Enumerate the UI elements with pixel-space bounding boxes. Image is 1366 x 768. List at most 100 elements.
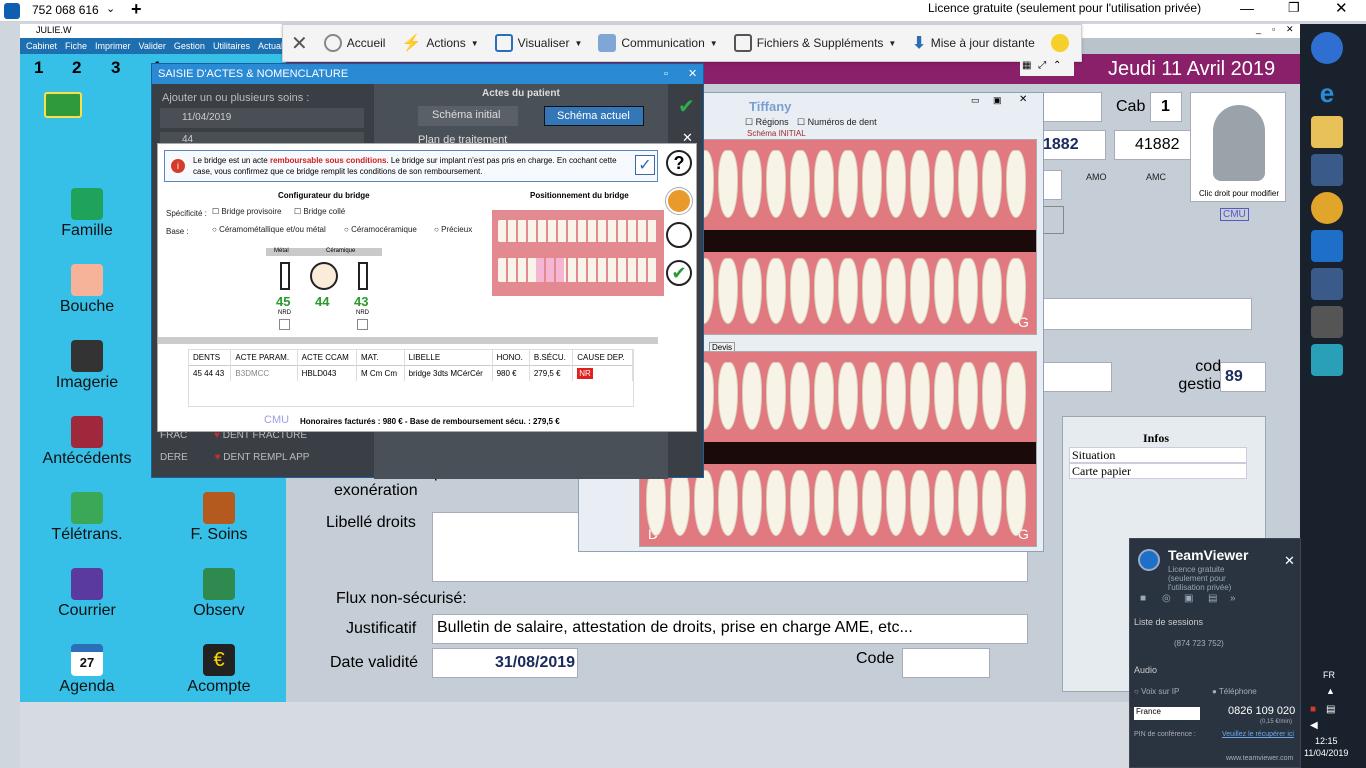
table-row[interactable]: 45 44 43 B3DMCC HBLD043 M Cm Cm bridge 3… [189, 365, 633, 381]
toolbar-actions[interactable]: ⚡ Actions ▼ [393, 25, 486, 61]
tv-video-icon[interactable]: ■ [1140, 593, 1146, 604]
code-field[interactable] [902, 648, 990, 678]
upper-tooth[interactable] [814, 362, 834, 430]
lower-tooth[interactable] [790, 470, 810, 536]
upper-tooth[interactable] [934, 150, 954, 218]
close-icon[interactable]: ✕ [1335, 0, 1348, 17]
lower-tooth[interactable] [1006, 470, 1026, 536]
sidebar-item-teletrans[interactable]: Télétrans. [32, 492, 142, 544]
shield-icon[interactable]: ■ [1310, 704, 1316, 715]
upper-tooth[interactable] [766, 362, 786, 430]
confirm-check-icon[interactable]: ✔ [666, 260, 692, 286]
lower-tooth[interactable] [742, 470, 762, 536]
nrd-checkbox-45[interactable] [279, 319, 290, 330]
upper-tooth[interactable] [1006, 362, 1026, 430]
toolbar-mise-a-jour[interactable]: ⬇ Mise à jour distante [904, 25, 1042, 61]
base-option-precieux[interactable]: ○ Précieux [434, 225, 472, 234]
menu-cabinet[interactable]: Cabinet [26, 41, 57, 51]
lower-tooth[interactable] [982, 470, 1002, 536]
toolbar-feedback[interactable] [1043, 25, 1077, 61]
acts-list-row[interactable]: DERE ♥ DENT REMPL APP [160, 452, 358, 468]
app-dark-icon[interactable] [1311, 306, 1343, 338]
photo-frame[interactable]: Clic droit pour modifier [1190, 92, 1286, 202]
upper-tooth[interactable] [886, 150, 906, 218]
sidebar-item-imagerie[interactable]: Imagerie [32, 340, 142, 392]
upper-tooth[interactable] [790, 150, 810, 218]
upper-tooth[interactable] [910, 362, 930, 430]
amc-field[interactable]: 41882 [1114, 130, 1200, 160]
amo-field[interactable]: 1882 [1042, 130, 1106, 160]
sidebar-item-bouche[interactable]: Bouche [32, 264, 142, 316]
date-validite-field[interactable]: 31/08/2019 [432, 648, 578, 678]
lower-tooth[interactable] [694, 470, 714, 536]
upper-tooth[interactable] [718, 362, 738, 430]
lower-tooth[interactable] [958, 470, 978, 536]
minimize-icon[interactable]: — [1240, 0, 1254, 16]
upper-tooth[interactable] [814, 150, 834, 218]
checkbox-numeros[interactable]: ☐ Numéros de dent [797, 117, 877, 128]
lower-tooth[interactable] [814, 470, 834, 536]
clock-date[interactable]: 11/04/2019 [1304, 748, 1348, 758]
lower-tooth[interactable] [646, 470, 666, 536]
app-minimize-icon[interactable]: _ [1256, 24, 1261, 34]
app-blue-icon[interactable] [1311, 154, 1343, 186]
toolbar-fichiers[interactable]: Fichiers & Suppléments ▼ [726, 25, 905, 61]
upper-tooth[interactable] [982, 362, 1002, 430]
language-indicator[interactable]: FR [1323, 670, 1335, 680]
base-option-ceramoceramique[interactable]: ○ Céramocéramique [344, 225, 417, 234]
vitale-card-icon[interactable] [44, 92, 82, 118]
sidebar-item-f-soins[interactable]: F. Soins [164, 492, 274, 544]
lower-tooth[interactable] [766, 470, 786, 536]
help-icon[interactable]: ? [666, 150, 692, 176]
upper-tooth[interactable] [838, 362, 858, 430]
tv-files-icon[interactable]: ▤ [1208, 593, 1217, 604]
code-gestion-field[interactable]: 89 [1220, 362, 1266, 392]
internet-explorer-icon[interactable]: e [1311, 78, 1343, 110]
upper-tooth[interactable] [910, 150, 930, 218]
lower-tooth[interactable] [862, 258, 882, 324]
menu-gestion[interactable]: Gestion [174, 41, 205, 51]
app-restore-icon[interactable]: ▫ [1272, 24, 1275, 34]
cab-field[interactable]: 1 [1150, 92, 1182, 122]
julie-app-icon[interactable] [1311, 344, 1343, 376]
bridge-colle-checkbox[interactable]: ☐ Bridge collé [294, 207, 345, 216]
upper-tooth[interactable] [1006, 150, 1026, 218]
dialog-maximize-icon[interactable]: ▫ [664, 68, 668, 80]
lower-tooth[interactable] [814, 258, 834, 324]
lower-tooth[interactable] [718, 470, 738, 536]
material-slider[interactable]: Métal Céramique [266, 248, 382, 256]
toolbar-visualiser[interactable]: Visualiser ▼ [487, 25, 591, 61]
upper-tooth[interactable] [886, 362, 906, 430]
lower-tooth[interactable] [838, 470, 858, 536]
field-right[interactable] [1042, 170, 1062, 200]
lower-tooth[interactable] [910, 470, 930, 536]
app-grid-icon[interactable] [1311, 268, 1343, 300]
schema-initial-button[interactable]: Schéma initial [418, 106, 518, 126]
mid-field[interactable] [1042, 362, 1112, 392]
toolbar-close-button[interactable]: ✕ [283, 25, 316, 61]
toolbar-communication[interactable]: Communication ▼ [590, 25, 725, 61]
win-maximize-icon[interactable]: ▣ [993, 95, 1002, 106]
schema-actuel-button[interactable]: Schéma actuel [544, 106, 644, 126]
upper-tooth[interactable] [958, 362, 978, 430]
sidebar-item-courrier[interactable]: Courrier [32, 568, 142, 620]
cause-nr-badge[interactable]: NR [577, 368, 593, 379]
tv-headset-icon[interactable]: ◎ [1162, 593, 1171, 604]
network-icon[interactable]: ▤ [1326, 704, 1335, 715]
tv-pin-link[interactable]: Veuillez le récupérer ici [1222, 731, 1294, 738]
tv-chat-icon[interactable]: ▣ [1184, 593, 1193, 604]
lower-tooth[interactable] [670, 470, 690, 536]
menu-imprimer[interactable]: Imprimer [95, 41, 131, 51]
upper-tooth[interactable] [838, 150, 858, 218]
lower-tooth[interactable] [886, 470, 906, 536]
upper-tooth[interactable] [742, 362, 762, 430]
sidebar-item-famille[interactable]: Famille [32, 188, 142, 240]
tooth-43-shape[interactable] [358, 262, 368, 290]
lower-tooth[interactable] [886, 258, 906, 324]
date-field[interactable]: 11/04/2019 [160, 108, 364, 128]
horizontal-scrollbar[interactable] [158, 337, 658, 344]
tray-expand-icon[interactable]: ▲ [1326, 686, 1335, 696]
checkbox-regions[interactable]: ☐ Régions [745, 117, 789, 128]
sidebar-item-acompte[interactable]: € Acompte [164, 644, 274, 696]
menu-fiche[interactable]: Fiche [65, 41, 87, 51]
